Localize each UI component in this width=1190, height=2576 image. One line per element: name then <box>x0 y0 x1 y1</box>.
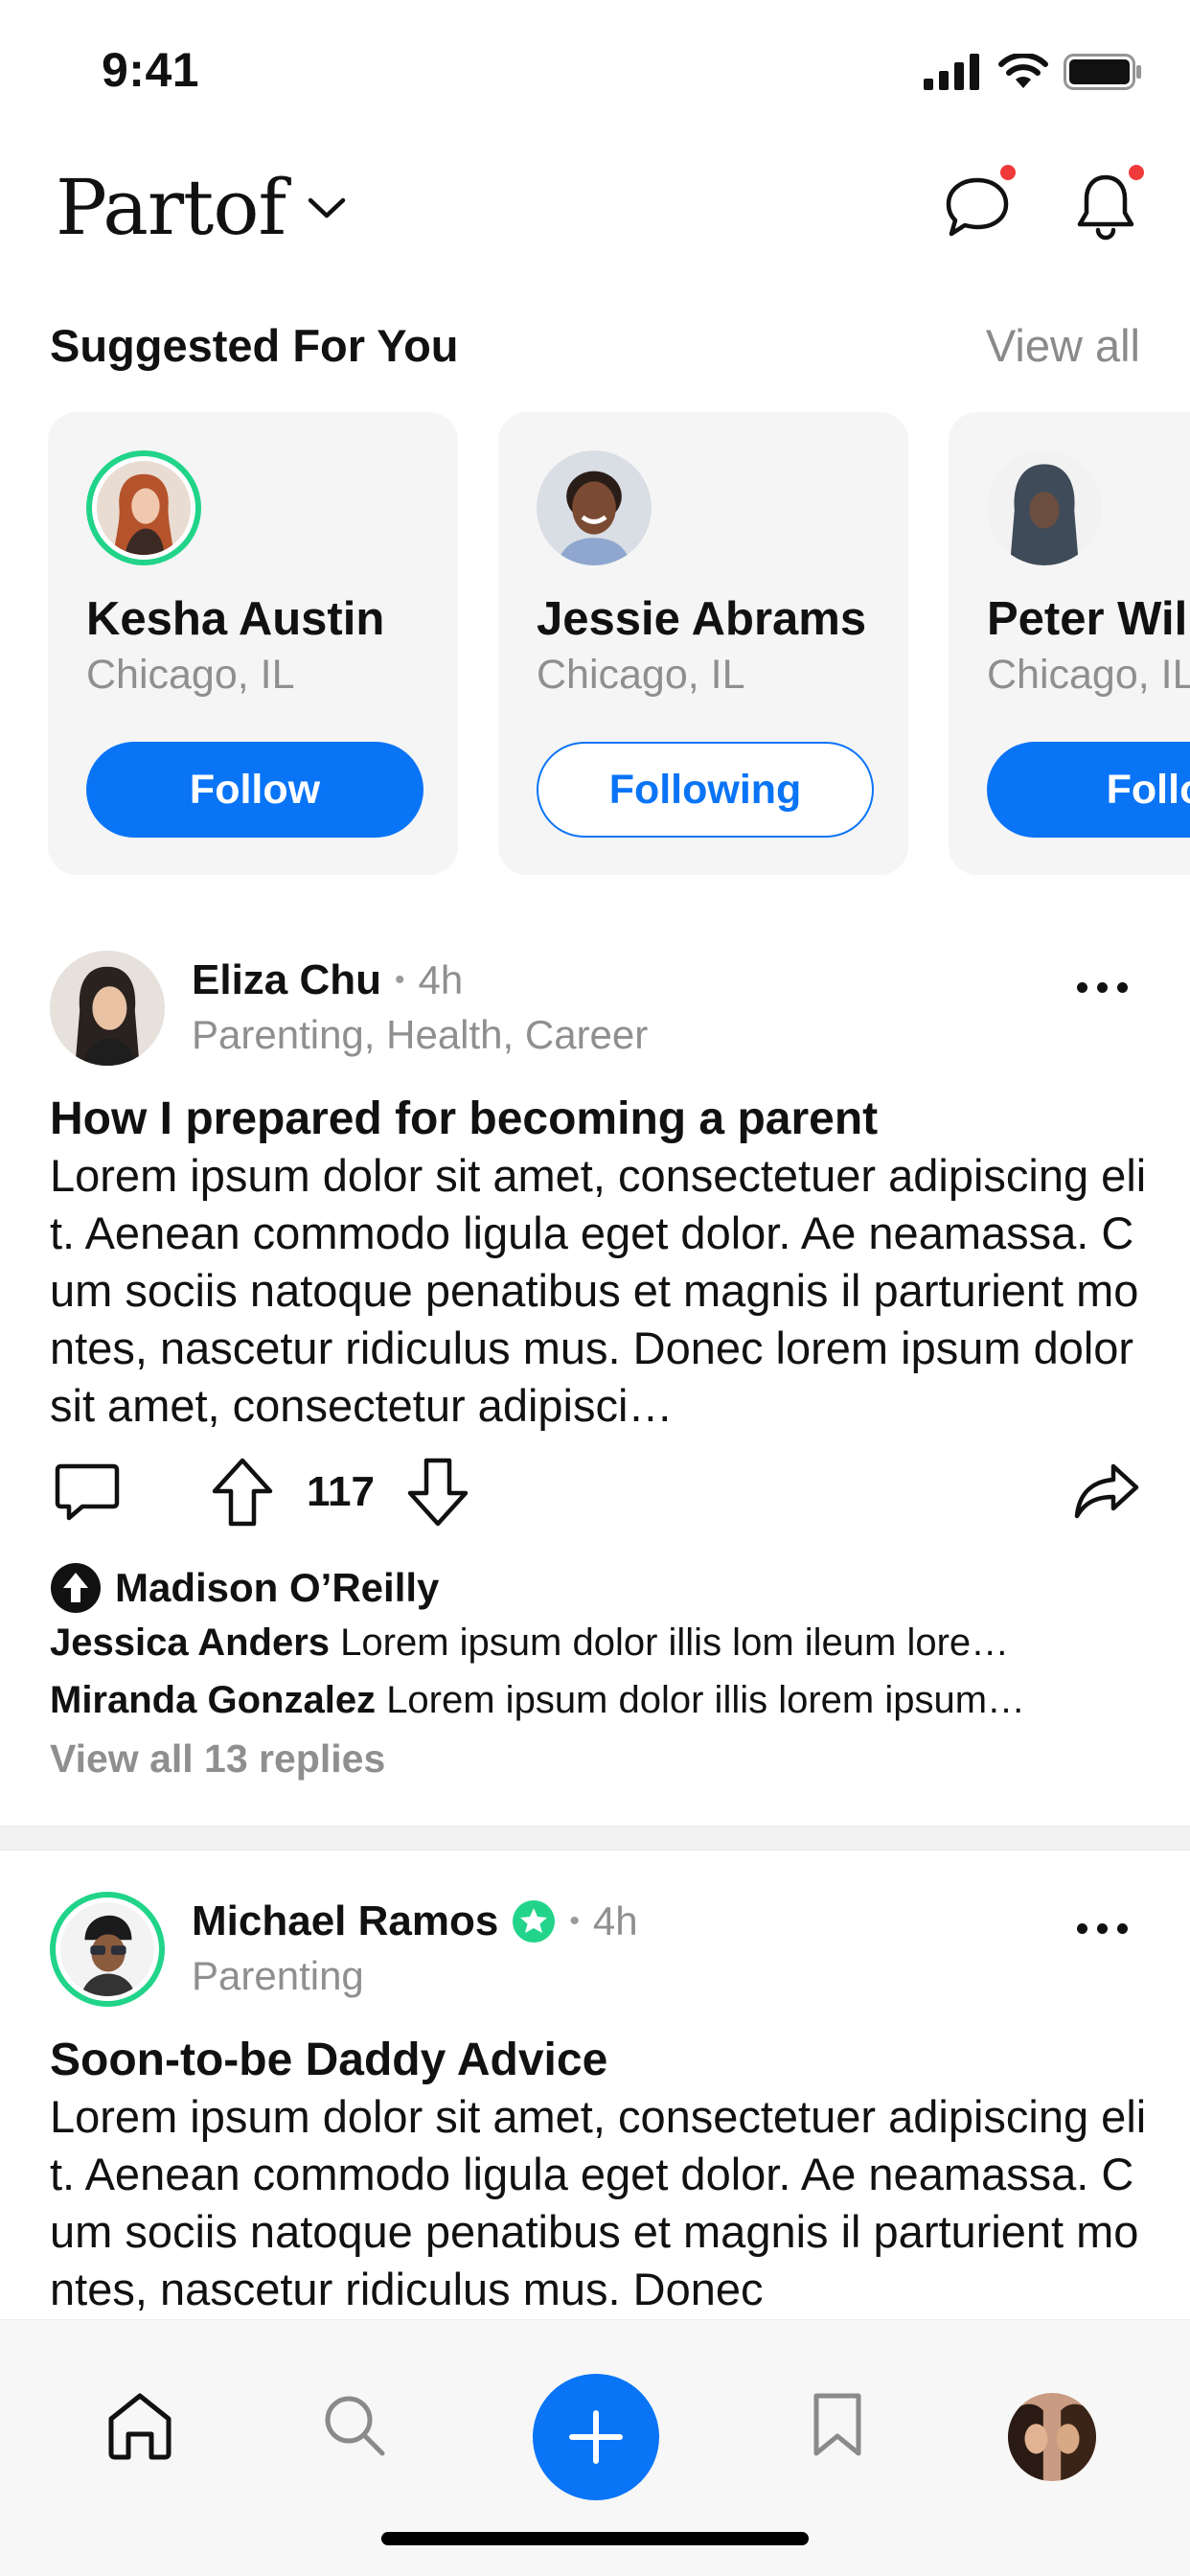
user-name: Jessie Abrams <box>537 593 867 645</box>
separator-dot: • <box>395 964 405 996</box>
status-bar: 9:41 <box>0 0 1190 144</box>
author-avatar[interactable] <box>50 1892 165 2007</box>
reply-author: Jessica Anders <box>50 1622 331 1664</box>
author-row: Michael Ramos • 4h <box>192 1898 638 1945</box>
author-row: Eliza Chu • 4h <box>192 956 463 1004</box>
post-body[interactable]: Lorem ipsum dolor sit amet, consectetuer… <box>50 1147 1148 1435</box>
user-name: Kesha Austin <box>86 593 385 645</box>
brand-title: Partof <box>56 163 286 252</box>
feed-post: Michael Ramos • 4h Parenting Soon-to-be … <box>0 1888 1190 2319</box>
suggested-carousel[interactable]: Kesha Austin Chicago, IL Follow Jessie A… <box>48 412 1190 877</box>
status-icons <box>924 54 1142 90</box>
post-body[interactable]: Lorem ipsum dolor sit amet, consectetuer… <box>50 2088 1148 2319</box>
nav-saved[interactable] <box>790 2378 885 2473</box>
messages-button[interactable] <box>941 165 1016 243</box>
nav-search[interactable] <box>307 2378 402 2473</box>
nav-home[interactable] <box>92 2378 188 2473</box>
follow-button[interactable]: Follow <box>86 742 423 838</box>
reply-text: Lorem ipsum dolor illis lom ileum lore… <box>340 1622 1010 1664</box>
bell-icon <box>1077 174 1134 241</box>
share-arrow-icon <box>1074 1463 1139 1519</box>
home-icon <box>108 2393 172 2460</box>
app-header: Partof <box>0 153 1190 268</box>
reply-text: Lorem ipsum dolor illis lorem ipsum… <box>386 1679 1026 1721</box>
suggested-user-card[interactable]: Peter Wil Chicago, IL Follo <box>949 412 1190 875</box>
messages-unread-dot <box>1000 165 1016 180</box>
user-location: Chicago, IL <box>86 652 295 698</box>
reply-author: Miranda Gonzalez <box>50 1679 377 1721</box>
avatar <box>86 450 201 565</box>
section-title: Suggested For You <box>50 319 459 371</box>
arrow-down-icon <box>407 1458 469 1527</box>
suggested-user-card[interactable]: Kesha Austin Chicago, IL Follow <box>48 412 458 875</box>
more-options-button[interactable] <box>1064 968 1140 1006</box>
home-indicator <box>381 2532 809 2545</box>
plus-icon <box>569 2410 623 2464</box>
post-title[interactable]: How I prepared for becoming a parent <box>50 1092 1140 1145</box>
upvoter-name[interactable]: Madison O’Reilly <box>115 1565 439 1611</box>
author-name[interactable]: Michael Ramos <box>192 1898 498 1945</box>
notifications-unread-dot <box>1129 165 1144 180</box>
upvote-button[interactable] <box>211 1457 274 1528</box>
post-time: 4h <box>418 957 464 1002</box>
post-actions: 117 <box>50 1457 1140 1533</box>
post-time: 4h <box>592 1898 638 1944</box>
bookmark-icon <box>813 2393 861 2456</box>
user-location: Chicago, IL <box>987 652 1190 698</box>
battery-icon <box>1064 54 1141 90</box>
comment-button[interactable] <box>54 1460 121 1524</box>
reply-preview[interactable]: Jessica Anders Lorem ipsum dolor illis l… <box>50 1622 1148 1665</box>
header-actions <box>941 165 1144 243</box>
post-divider <box>0 1826 1190 1851</box>
nav-profile-avatar[interactable] <box>1008 2393 1096 2481</box>
wifi-icon <box>998 54 1048 88</box>
notifications-button[interactable] <box>1069 165 1144 243</box>
status-time: 9:41 <box>102 43 200 97</box>
suggested-header: Suggested For You View all <box>50 316 1140 374</box>
user-location: Chicago, IL <box>537 652 745 698</box>
avatar <box>987 450 1102 565</box>
chat-bubble-icon <box>946 177 1009 237</box>
author-name[interactable]: Eliza Chu <box>192 956 381 1004</box>
view-all-replies-link[interactable]: View all 13 replies <box>50 1736 385 1782</box>
chevron-down-icon <box>308 197 346 218</box>
view-all-link[interactable]: View all <box>986 319 1140 372</box>
post-title[interactable]: Soon-to-be Daddy Advice <box>50 2034 1140 2086</box>
create-post-button[interactable] <box>533 2374 659 2500</box>
reply-preview[interactable]: Miranda Gonzalez Lorem ipsum dolor illis… <box>50 1679 1148 1722</box>
upvote-badge-icon <box>51 1563 101 1613</box>
search-icon <box>325 2396 385 2456</box>
author-avatar[interactable] <box>50 951 165 1066</box>
post-tags: Parenting <box>192 1953 364 1998</box>
downvote-button[interactable] <box>406 1457 469 1528</box>
upvoted-by: Madison O’Reilly <box>50 1562 439 1614</box>
separator-dot: • <box>569 1905 580 1937</box>
follow-button[interactable]: Follo <box>987 742 1190 838</box>
comment-icon <box>55 1463 120 1521</box>
user-name: Peter Wil <box>987 593 1188 645</box>
community-switcher[interactable]: Partof <box>56 163 347 252</box>
verified-star-icon <box>513 1900 556 1943</box>
following-button[interactable]: Following <box>537 742 874 838</box>
suggested-user-card[interactable]: Jessie Abrams Chicago, IL Following <box>498 412 908 875</box>
avatar <box>537 450 652 565</box>
cellular-signal-icon <box>924 54 979 90</box>
vote-count: 117 <box>307 1468 375 1515</box>
feed-post: Eliza Chu • 4h Parenting, Health, Career… <box>0 949 1190 1792</box>
share-button[interactable] <box>1073 1462 1140 1520</box>
arrow-up-icon <box>212 1458 273 1527</box>
more-options-button[interactable] <box>1064 1909 1140 1947</box>
post-tags: Parenting, Health, Career <box>192 1012 649 1057</box>
